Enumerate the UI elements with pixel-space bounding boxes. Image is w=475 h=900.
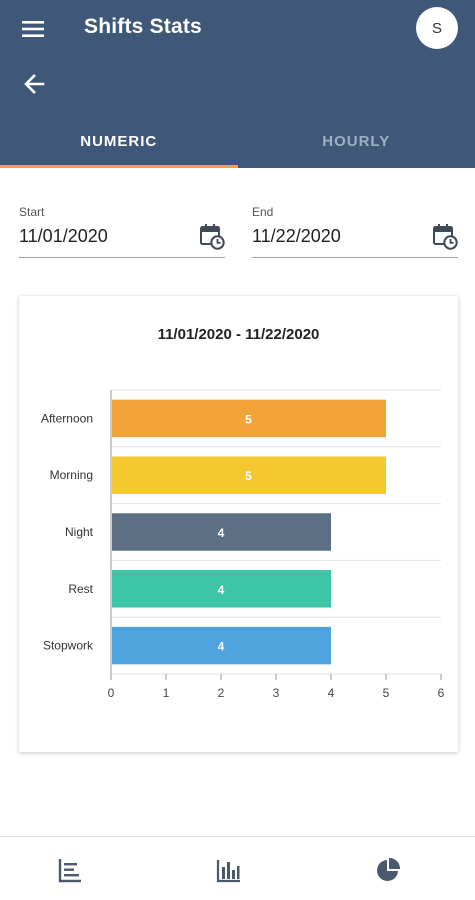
list-chart-icon [58, 859, 81, 883]
app-screen: Shifts Stats S NUMERIC HOURLY Start 11/0… [0, 0, 475, 900]
bar-chart-icon [216, 860, 240, 883]
category-label: Afternoon [41, 411, 93, 425]
app-title: Shifts Stats [84, 15, 202, 38]
category-label: Night [65, 525, 94, 539]
tab-hourly[interactable]: HOURLY [238, 114, 475, 168]
tab-numeric[interactable]: NUMERIC [0, 114, 238, 168]
tab-bar: NUMERIC HOURLY [0, 114, 475, 168]
nav-pie-chart-button[interactable] [373, 855, 403, 885]
data-label: 4 [218, 526, 225, 540]
chart-card: 11/01/2020 - 11/22/2020 Afternoon 5 Mornin… [19, 296, 458, 752]
shift-bar-chart: Afternoon 5 Morning 5 Night 4 Rest 4 Stopwork 4 0 1… [41, 389, 445, 700]
avatar[interactable]: S [416, 7, 458, 49]
calendar-clock-icon[interactable] [432, 222, 458, 250]
x-tick-label: 3 [273, 686, 280, 700]
nav-bar-chart-button[interactable] [214, 855, 244, 885]
hamburger-menu-icon [22, 21, 44, 37]
x-tick-label: 5 [383, 686, 390, 700]
x-tick-label: 0 [108, 686, 115, 700]
end-date-label: End [252, 205, 274, 219]
back-button[interactable] [16, 66, 52, 102]
bottom-nav [0, 836, 475, 900]
pie-chart-icon [377, 857, 401, 881]
back-arrow-icon [24, 74, 45, 94]
end-date-field[interactable]: End 11/22/2020 [252, 202, 458, 258]
data-label: 4 [218, 583, 225, 597]
data-label: 5 [245, 469, 252, 483]
start-date-value[interactable]: 11/01/2020 [19, 226, 108, 247]
category-label: Morning [50, 468, 93, 482]
end-date-value[interactable]: 11/22/2020 [252, 226, 341, 247]
calendar-clock-icon[interactable] [199, 222, 225, 250]
x-tick-label: 6 [438, 686, 445, 700]
data-label: 5 [245, 412, 252, 426]
x-tick-label: 1 [163, 686, 170, 700]
category-label: Rest [68, 582, 93, 596]
app-header: Shifts Stats S NUMERIC HOURLY [0, 0, 475, 168]
start-date-label: Start [19, 205, 45, 219]
x-tick-label: 2 [218, 686, 225, 700]
x-tick-label: 4 [328, 686, 335, 700]
nav-list-chart-button[interactable] [55, 855, 85, 885]
data-label: 4 [218, 640, 225, 654]
menu-button[interactable] [16, 12, 50, 46]
category-label: Stopwork [43, 639, 94, 653]
start-date-field[interactable]: Start 11/01/2020 [19, 202, 225, 258]
